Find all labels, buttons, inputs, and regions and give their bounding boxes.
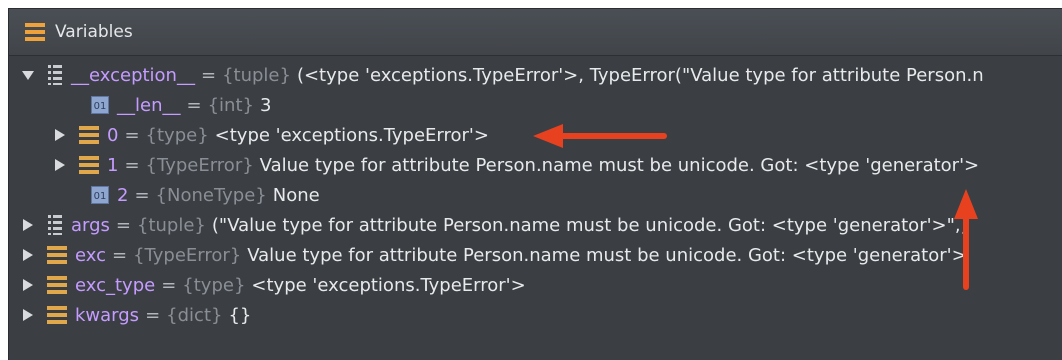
expand-triangle-icon[interactable] [21,248,35,262]
var-type: {int} [207,94,254,116]
tree-row-exc[interactable]: exc = {TypeError} Value type for attribu… [21,240,967,270]
var-value: None [272,184,320,206]
var-type: {NoneType} [155,184,267,206]
var-name: 1 [107,154,119,176]
tuple-icon [47,64,63,86]
var-value: Value type for attribute Person.name mus… [247,244,967,266]
expand-triangle-icon[interactable] [21,218,35,232]
none-icon: 01 [91,186,109,204]
var-value: <type 'exceptions.TypeError'> [251,274,526,296]
equals-sign: = [134,184,150,206]
expand-triangle-icon[interactable] [21,308,35,322]
equals-sign: = [200,64,217,86]
variables-icon [25,23,45,41]
tree-row-args[interactable]: args = {tuple} ("Value type for attribut… [21,210,968,240]
var-value: ("Value type for attribute Person.name m… [211,214,968,236]
var-type: {TypeError} [133,244,242,266]
tree-row-exc-type[interactable]: exc_type = {type} <type 'exceptions.Type… [21,270,526,300]
var-value: Value type for attribute Person.name mus… [259,154,980,176]
tree-row-0[interactable]: 0 = {type} <type 'exceptions.TypeError'> [53,120,489,150]
var-name: exc [75,244,106,266]
svg-text:01: 01 [94,101,107,112]
var-name: __exception__ [71,64,195,86]
svg-text:01: 01 [94,191,107,202]
equals-sign: = [124,154,140,176]
collapse-triangle-icon[interactable] [21,68,35,82]
var-type: {tuple} [222,64,291,86]
equals-sign: = [145,304,161,326]
var-value: 3 [259,94,272,116]
var-name: __len__ [117,94,181,116]
var-type: {dict} [166,304,223,326]
var-type: {type} [145,124,209,146]
var-value: {} [228,304,252,326]
var-name: 0 [107,124,119,146]
expand-triangle-icon[interactable] [53,128,67,142]
tree-row-2[interactable]: 01 2 = {NoneType} None [91,180,320,210]
var-name: kwargs [75,304,140,326]
annotation-arrow-up [954,189,978,290]
object-icon [79,126,99,144]
expand-triangle-icon[interactable] [53,158,67,172]
var-type: {type} [182,274,246,296]
panel-title: Variables [55,22,133,42]
expand-triangle-icon[interactable] [21,278,35,292]
object-icon [47,306,67,324]
object-icon [47,276,67,294]
object-icon [79,156,99,174]
var-name: args [71,214,110,236]
equals-sign: = [115,214,132,236]
var-value: (<type 'exceptions.TypeError'>, TypeErro… [296,64,984,86]
int-icon: 01 [91,96,109,114]
tree-row-kwargs[interactable]: kwargs = {dict} {} [21,300,251,330]
var-type: {tuple} [137,214,206,236]
object-icon [47,246,67,264]
variables-panel: Variables __exception__ = {tuple} (<type… [8,8,1062,360]
annotation-arrow-left [533,124,667,148]
tuple-icon [47,214,63,236]
tree-row-exception[interactable]: __exception__ = {tuple} (<type 'exceptio… [21,60,984,90]
var-type: {TypeError} [145,154,254,176]
equals-sign: = [124,124,140,146]
var-name: 2 [117,184,129,206]
panel-header: Variables [9,9,1062,56]
tree-row-1[interactable]: 1 = {TypeError} Value type for attribute… [53,150,979,180]
var-value: <type 'exceptions.TypeError'> [214,124,489,146]
var-name: exc_type [75,274,156,296]
equals-sign: = [161,274,177,296]
equals-sign: = [186,94,202,116]
equals-sign: = [112,244,128,266]
tree-row-len[interactable]: 01 __len__ = {int} 3 [91,90,271,120]
